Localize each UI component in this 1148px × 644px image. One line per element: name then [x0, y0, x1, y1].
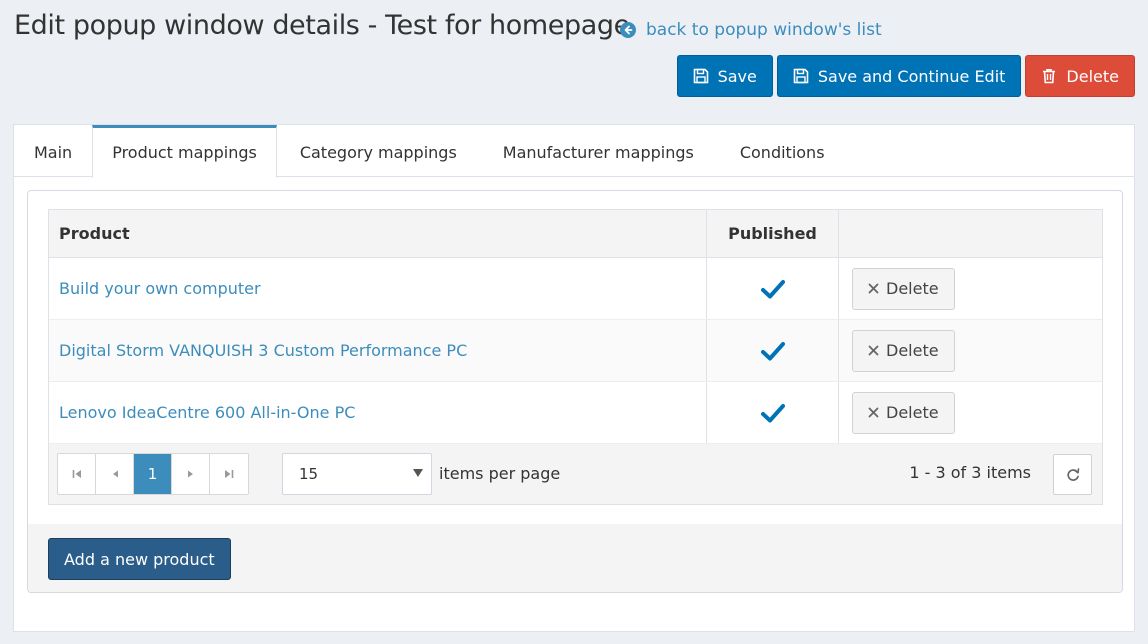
product-mappings-grid: Product Published Build your own compute…	[48, 209, 1103, 505]
delete-button-label: Delete	[1066, 66, 1119, 86]
product-cell: Build your own computer	[49, 258, 707, 319]
last-page-icon	[225, 470, 234, 478]
published-cell	[707, 382, 839, 443]
back-to-list-link[interactable]: back to popup window's list	[620, 20, 882, 40]
page-number-button[interactable]: 1	[134, 454, 172, 494]
tab-conditions[interactable]: Conditions	[717, 125, 848, 177]
first-page-icon	[72, 470, 81, 478]
content-panel: Main Product mappings Category mappings …	[13, 124, 1135, 632]
pagination: 1	[57, 453, 249, 495]
row-delete-button[interactable]: Delete	[852, 329, 955, 372]
previous-page-icon	[112, 470, 118, 478]
table-row: Build your own computer Delete	[49, 258, 1102, 320]
row-delete-button[interactable]: Delete	[852, 391, 955, 434]
product-link[interactable]: Digital Storm VANQUISH 3 Custom Performa…	[59, 341, 467, 360]
refresh-button[interactable]	[1053, 454, 1092, 495]
close-icon	[868, 345, 879, 356]
save-and-continue-button[interactable]: Save and Continue Edit	[776, 55, 1022, 97]
row-delete-label: Delete	[886, 341, 939, 360]
column-header-action	[839, 210, 1102, 257]
row-delete-button[interactable]: Delete	[852, 267, 955, 310]
table-row: Lenovo IdeaCentre 600 All-in-One PC Dele…	[49, 382, 1102, 444]
column-header-published[interactable]: Published	[707, 210, 839, 257]
last-page-button[interactable]	[210, 454, 248, 494]
tab-product-mappings[interactable]: Product mappings	[92, 125, 277, 178]
page-title: Edit popup window details - Test for hom…	[14, 10, 630, 41]
column-header-product[interactable]: Product	[49, 210, 707, 257]
toolbar: Save Save and Continue Edit Delete	[676, 55, 1135, 97]
checkmark-icon	[760, 279, 785, 298]
page-size-select[interactable]: 15	[282, 453, 432, 495]
save-button-label: Save	[717, 66, 757, 86]
action-cell: Delete	[839, 320, 1102, 381]
refresh-icon	[1066, 467, 1079, 481]
product-mappings-box: Product Published Build your own compute…	[27, 190, 1123, 593]
arrow-circle-left-icon	[620, 22, 636, 38]
save-and-continue-label: Save and Continue Edit	[817, 66, 1006, 86]
grid-header: Product Published	[49, 210, 1102, 258]
back-to-list-label: back to popup window's list	[646, 20, 882, 40]
close-icon	[868, 283, 879, 294]
pager-info: 1 - 3 of 3 items	[909, 463, 1031, 482]
published-cell	[707, 258, 839, 319]
product-link[interactable]: Build your own computer	[59, 279, 261, 298]
chevron-down-icon	[413, 469, 423, 477]
checkmark-icon	[760, 341, 785, 360]
tab-bar: Main Product mappings Category mappings …	[14, 125, 1134, 178]
add-new-product-button[interactable]: Add a new product	[48, 538, 231, 580]
close-icon	[868, 407, 879, 418]
delete-button[interactable]: Delete	[1025, 55, 1135, 97]
tab-manufacturer-mappings[interactable]: Manufacturer mappings	[480, 125, 717, 177]
checkmark-icon	[760, 403, 785, 422]
tab-main[interactable]: Main	[14, 125, 92, 177]
action-cell: Delete	[839, 258, 1102, 319]
product-link[interactable]: Lenovo IdeaCentre 600 All-in-One PC	[59, 403, 355, 422]
row-delete-label: Delete	[886, 279, 939, 298]
tab-category-mappings[interactable]: Category mappings	[277, 125, 480, 177]
next-page-icon	[187, 470, 193, 478]
product-cell: Lenovo IdeaCentre 600 All-in-One PC	[49, 382, 707, 443]
action-cell: Delete	[839, 382, 1102, 443]
page-size-value: 15	[299, 465, 319, 483]
items-per-page-label: items per page	[439, 464, 561, 483]
product-cell: Digital Storm VANQUISH 3 Custom Performa…	[49, 320, 707, 381]
trash-icon	[1043, 69, 1056, 84]
next-page-button[interactable]	[172, 454, 210, 494]
previous-page-button[interactable]	[96, 454, 134, 494]
floppy-disk-icon	[793, 68, 809, 84]
table-row: Digital Storm VANQUISH 3 Custom Performa…	[49, 320, 1102, 382]
floppy-disk-icon	[693, 68, 708, 84]
grid-pager: 1 15 items per page 1 - 3 of 3 items	[49, 444, 1102, 504]
save-button[interactable]: Save	[676, 55, 773, 97]
first-page-button[interactable]	[58, 454, 96, 494]
row-delete-label: Delete	[886, 403, 939, 422]
published-cell	[707, 320, 839, 381]
